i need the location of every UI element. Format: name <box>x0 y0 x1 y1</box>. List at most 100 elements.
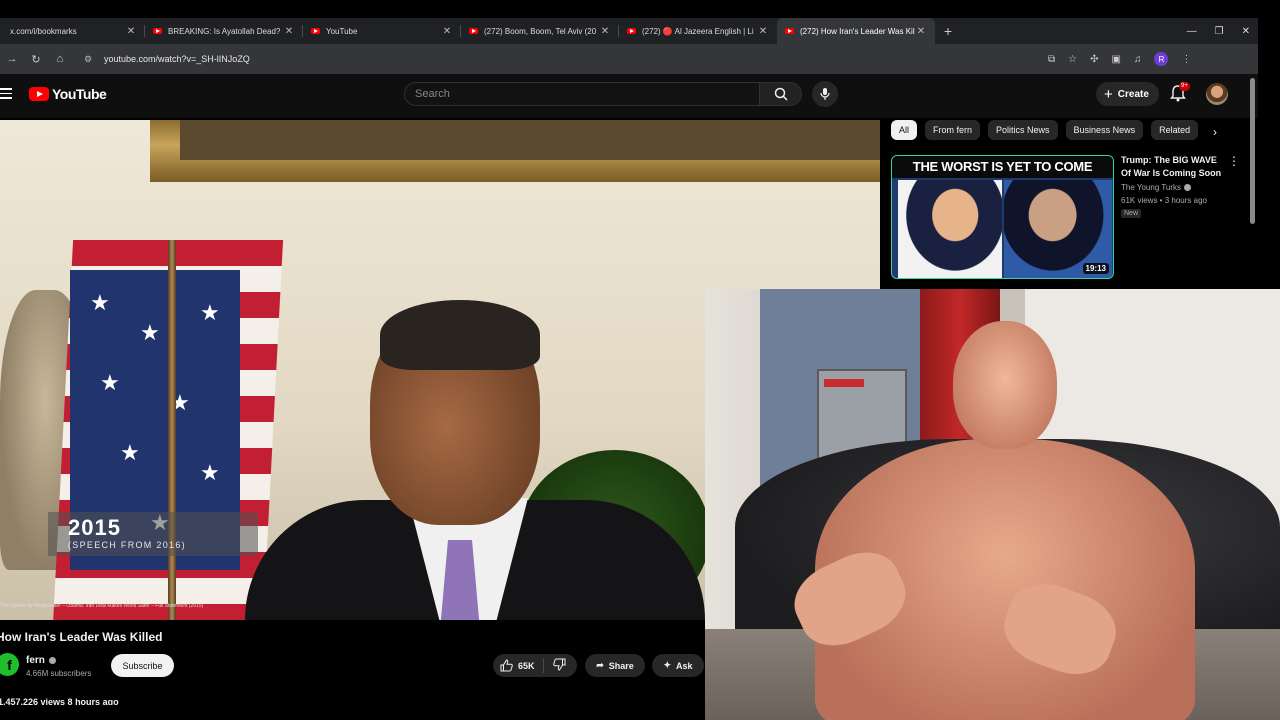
new-tab-button[interactable]: + <box>935 23 961 39</box>
tab-close-icon[interactable]: ✕ <box>757 26 769 37</box>
extensions-icon[interactable]: ✣ <box>1090 54 1098 65</box>
browser-menu-icon[interactable]: ⋮ <box>1181 54 1191 65</box>
youtube-logo-text: YouTube <box>52 86 107 102</box>
flag-star-icon: ★ <box>140 320 160 345</box>
tab-title: (272) How Iran's Leader Was Kil <box>800 26 915 36</box>
flag-star-icon: ★ <box>90 290 110 315</box>
ask-label: Ask <box>676 660 693 671</box>
tab-close-icon[interactable]: ✕ <box>599 26 611 37</box>
share-button[interactable]: ➦ Share <box>585 654 645 677</box>
chip-related[interactable]: Related <box>1151 120 1199 140</box>
tab-close-icon[interactable]: ✕ <box>441 26 453 37</box>
recommended-channel[interactable]: The Young Turks <box>1121 183 1192 192</box>
tab-close-icon[interactable]: ✕ <box>283 26 295 37</box>
notifications-button[interactable]: 9+ <box>1170 82 1190 104</box>
address-bar[interactable]: ⚙ youtube.com/watch?v=_SH-lINJoZQ <box>78 48 1048 70</box>
tab-title: (272) 🔴 Al Jazeera English | Li <box>642 26 754 36</box>
flag-star-icon: ★ <box>100 370 120 395</box>
subscribe-button[interactable]: Subscribe <box>111 654 174 677</box>
video-views-and-date: 1,457,226 views 8 hours ago <box>0 697 119 705</box>
browser-tab-bar: x.com/i/bookmarks ✕ BREAKING: Is Ayatoll… <box>0 18 1258 44</box>
side-panel-icon[interactable]: ▣ <box>1112 54 1121 65</box>
recommended-views: 61K views • 3 hours ago <box>1121 196 1207 205</box>
page-scrollbar[interactable] <box>1250 78 1255 224</box>
media-controls-icon[interactable]: ♫ <box>1134 54 1142 65</box>
create-button[interactable]: + Create <box>1096 82 1159 106</box>
browser-profile-avatar[interactable]: R <box>1154 52 1169 66</box>
video-frame-speaker-hair <box>380 300 540 370</box>
tab-title: x.com/i/bookmarks <box>10 26 77 36</box>
channel-avatar[interactable]: f <box>0 653 19 676</box>
install-app-icon[interactable]: ⧉ <box>1048 54 1055 65</box>
chevron-right-icon[interactable]: › <box>1213 125 1217 139</box>
menu-icon[interactable] <box>0 88 12 100</box>
restore-icon[interactable]: ❐ <box>1215 26 1224 37</box>
tab-close-icon[interactable]: ✕ <box>915 26 927 37</box>
chip-all[interactable]: All <box>891 120 918 140</box>
new-badge: New <box>1121 209 1142 218</box>
tab-youtube[interactable]: YouTube ✕ <box>303 18 461 44</box>
recommended-video-title[interactable]: Trump: The BIG WAVE Of War Is Coming Soo… <box>1121 154 1226 180</box>
browser-toolbar: → ↻ ⌂ ⚙ youtube.com/watch?v=_SH-lINJoZQ … <box>0 44 1258 74</box>
home-icon[interactable]: ⌂ <box>48 53 72 65</box>
video-frame-painting-inner <box>180 120 880 160</box>
tab-close-icon[interactable]: ✕ <box>125 26 137 37</box>
like-dislike-group: 65K <box>493 654 577 677</box>
youtube-favicon-icon <box>469 28 478 34</box>
tab-boom[interactable]: (272) Boom, Boom, Tel Aviv (20 ✕ <box>461 18 619 44</box>
verified-icon <box>48 657 56 664</box>
tab-aljazeera[interactable]: (272) 🔴 Al Jazeera English | Li ✕ <box>619 18 777 44</box>
video-lower-third: 2015 (SPEECH FROM 2016) <box>48 512 258 556</box>
like-button[interactable]: 65K <box>493 659 543 672</box>
chip-politics-news[interactable]: Politics News <box>988 120 1058 140</box>
dislike-button[interactable] <box>544 658 566 673</box>
sparkle-icon: ✦ <box>663 660 672 670</box>
channel-name[interactable]: fern <box>26 655 56 666</box>
tab-bookmarks[interactable]: x.com/i/bookmarks ✕ <box>0 18 145 44</box>
recommendation-chips: All From fern Politics News Business New… <box>891 120 1199 140</box>
share-label: Share <box>608 660 634 671</box>
search-input[interactable]: Search <box>404 82 760 106</box>
search-icon <box>774 87 788 101</box>
chip-from-fern[interactable]: From fern <box>925 120 981 140</box>
webcam-person-head <box>953 321 1057 449</box>
create-label: Create <box>1117 88 1149 100</box>
minimize-icon[interactable]: — <box>1187 26 1197 37</box>
youtube-favicon-icon <box>311 28 320 34</box>
recommended-video-thumbnail[interactable]: THE WORST IS YET TO COME 19:13 <box>891 155 1114 279</box>
voice-search-button[interactable] <box>812 81 838 107</box>
forward-icon[interactable]: → <box>0 53 24 65</box>
video-duration: 19:13 <box>1082 263 1109 274</box>
webcam-overlay <box>705 289 1280 720</box>
thumbnail-person-left <box>898 180 1002 278</box>
youtube-masthead: YouTube Search + Create 9+ <box>0 74 1258 118</box>
screen-top-strip <box>0 0 1280 18</box>
account-avatar[interactable] <box>1206 83 1228 105</box>
flag-star-icon: ★ <box>200 300 220 325</box>
tab-title: BREAKING: Is Ayatollah Dead? | <box>168 26 283 36</box>
like-count: 65K <box>518 660 535 671</box>
thumbnail-headline: THE WORST IS YET TO COME <box>892 156 1113 178</box>
tab-active-video[interactable]: (272) How Iran's Leader Was Kil ✕ <box>777 18 935 44</box>
toolbar-actions: ⧉ ☆ ✣ ▣ ♫ R ⋮ <box>1048 52 1191 66</box>
plus-icon: + <box>1104 85 1113 103</box>
video-source-credit: The Update by Bridgewater – Obama: Iran … <box>0 603 204 609</box>
recommended-channel-name: The Young Turks <box>1121 183 1182 192</box>
chip-business-news[interactable]: Business News <box>1065 120 1144 140</box>
bookmark-star-icon[interactable]: ☆ <box>1068 54 1077 65</box>
close-window-icon[interactable]: ✕ <box>1242 26 1250 37</box>
site-info-icon[interactable]: ⚙ <box>84 54 98 65</box>
channel-name-text: fern <box>26 655 45 666</box>
video-title: How Iran's Leader Was Killed <box>0 630 163 644</box>
reload-icon[interactable]: ↻ <box>24 53 48 66</box>
video-frame-flagpole <box>168 240 176 620</box>
youtube-logo[interactable]: YouTube <box>29 86 107 102</box>
lower-third-year: 2015 <box>68 515 121 540</box>
ask-button[interactable]: ✦ Ask <box>652 654 704 677</box>
youtube-favicon-icon <box>627 28 636 34</box>
tab-breaking[interactable]: BREAKING: Is Ayatollah Dead? | ✕ <box>145 18 303 44</box>
microphone-icon <box>820 88 830 100</box>
more-options-icon[interactable]: ⋮ <box>1228 154 1240 168</box>
search-button[interactable] <box>760 82 802 106</box>
tab-title: (272) Boom, Boom, Tel Aviv (20 <box>484 26 597 36</box>
